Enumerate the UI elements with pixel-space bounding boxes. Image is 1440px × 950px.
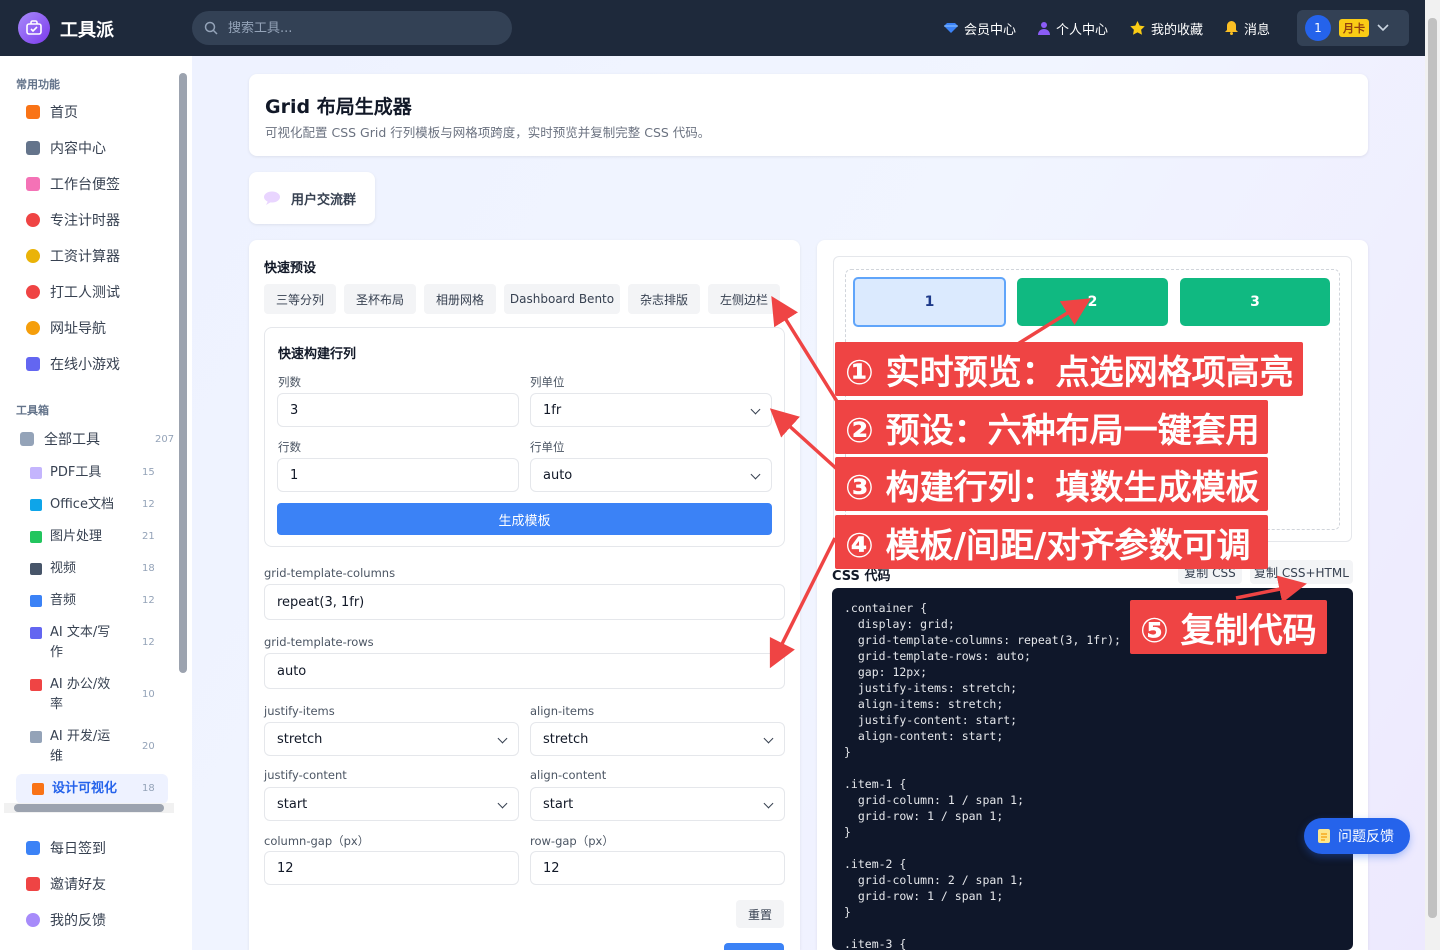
document-icon (1318, 829, 1330, 843)
annotation-presets: ② 预设：六种布局一键套用 (835, 400, 1268, 454)
page-scroll-thumb[interactable] (1428, 18, 1437, 918)
annotation-settings: ④ 模板/间距/对齐参数可调 (835, 515, 1268, 569)
annotation-copy: ⑤ 复制代码 (1130, 600, 1327, 654)
feedback-label: 问题反馈 (1338, 829, 1394, 845)
arrow-builder (769, 408, 840, 472)
arrow-presets (771, 296, 840, 404)
feedback-button[interactable]: 问题反馈 (1304, 818, 1410, 854)
arrow-settings (769, 537, 837, 669)
annotation-builder: ③ 构建行列：填数生成模板 (835, 457, 1268, 511)
annotation-preview: ① 实时预览：点选网格项高亮 (835, 342, 1303, 396)
arrow-copy (1235, 575, 1307, 603)
